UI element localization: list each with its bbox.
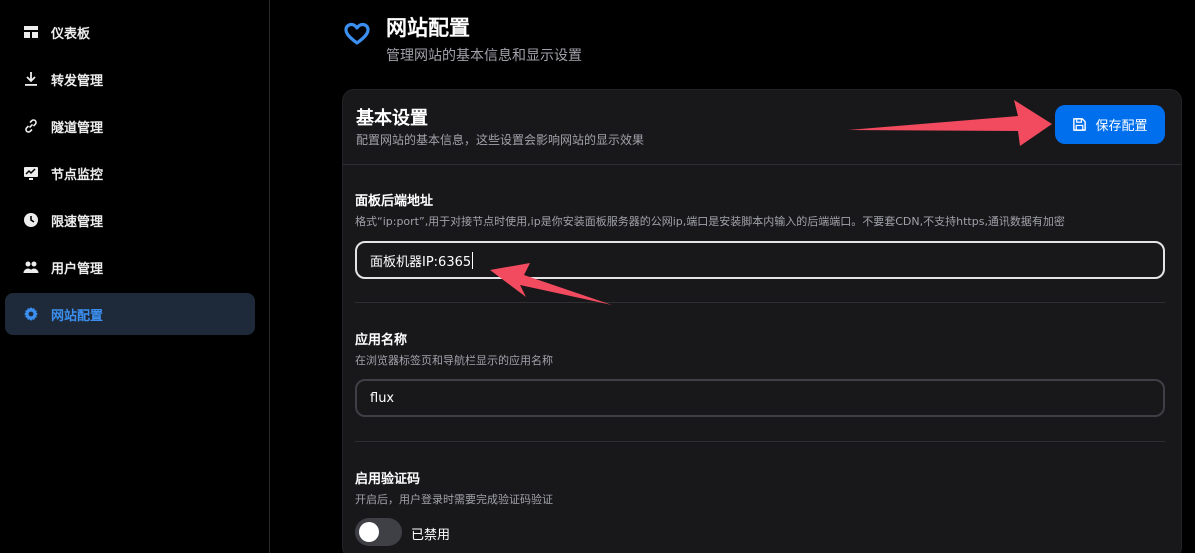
app-name-hint: 在浏览器标签页和导航栏显示的应用名称 (355, 354, 553, 367)
captcha-label: 启用验证码 (355, 472, 421, 487)
toggle-knob (359, 522, 379, 542)
sidebar-item-dashboard[interactable]: 仪表板 (5, 11, 255, 53)
heart-icon (343, 20, 371, 48)
users-icon (22, 258, 40, 276)
app-name-label: 应用名称 (355, 333, 408, 348)
section-divider (355, 441, 1165, 442)
backend-address-label: 面板后端地址 (355, 194, 434, 209)
save-icon (1073, 118, 1087, 131)
basic-settings-card: 基本设置 配置网站的基本信息，这些设置会影响网站的显示效果 保存配置 面板后端地… (342, 89, 1182, 553)
sidebar-item-label: 限速管理 (51, 214, 104, 230)
sidebar-item-rate-limit[interactable]: 限速管理 (5, 199, 255, 241)
sidebar-item-users[interactable]: 用户管理 (5, 246, 255, 288)
gear-icon (22, 305, 40, 323)
sidebar-item-label: 仪表板 (51, 26, 91, 42)
sidebar-item-label: 转发管理 (51, 73, 104, 89)
captcha-toggle[interactable] (355, 518, 402, 546)
sidebar-item-node-monitor[interactable]: 节点监控 (5, 152, 255, 194)
save-button-label: 保存配置 (1095, 119, 1148, 134)
sidebar-item-label: 隧道管理 (51, 120, 104, 136)
save-button[interactable]: 保存配置 (1055, 105, 1165, 144)
app-name-value: flux (370, 390, 395, 406)
card-title: 基本设置 (356, 108, 428, 129)
section-divider (355, 302, 1165, 303)
sidebar: 仪表板 转发管理 隧道管理 节点监控 限速管理 用户管理 网站配置 (0, 0, 270, 553)
link-icon (22, 117, 40, 135)
clock-icon (22, 211, 40, 229)
sidebar-item-label: 网站配置 (51, 308, 104, 324)
card-description: 配置网站的基本信息，这些设置会影响网站的显示效果 (356, 133, 645, 147)
backend-address-hint: 格式“ip:port”,用于对接节点时使用,ip是你安装面板服务器的公网ip,端… (355, 215, 1065, 228)
sidebar-item-site-config[interactable]: 网站配置 (5, 293, 255, 335)
app-name-input[interactable]: flux (355, 379, 1165, 417)
backend-address-value: 面板机器IP:6365 (370, 254, 472, 270)
sidebar-item-label: 节点监控 (51, 167, 104, 183)
page-title: 网站配置 (386, 16, 470, 40)
sidebar-item-label: 用户管理 (51, 261, 104, 277)
sidebar-item-forwarding[interactable]: 转发管理 (5, 58, 255, 100)
card-header-divider (343, 164, 1181, 165)
sidebar-item-tunnels[interactable]: 隧道管理 (5, 105, 255, 147)
app-root: 仪表板 转发管理 隧道管理 节点监控 限速管理 用户管理 网站配置 网站配置 管… (0, 0, 1195, 553)
monitor-chart-icon (22, 164, 40, 182)
download-icon (22, 70, 40, 88)
dashboard-icon (22, 23, 40, 41)
page-subtitle: 管理网站的基本信息和显示设置 (386, 48, 582, 64)
text-caret (472, 251, 474, 269)
captcha-toggle-state: 已禁用 (411, 528, 451, 543)
backend-address-input[interactable]: 面板机器IP:6365 (355, 241, 1165, 279)
captcha-hint: 开启后，用户登录时需要完成验证码验证 (355, 493, 553, 506)
